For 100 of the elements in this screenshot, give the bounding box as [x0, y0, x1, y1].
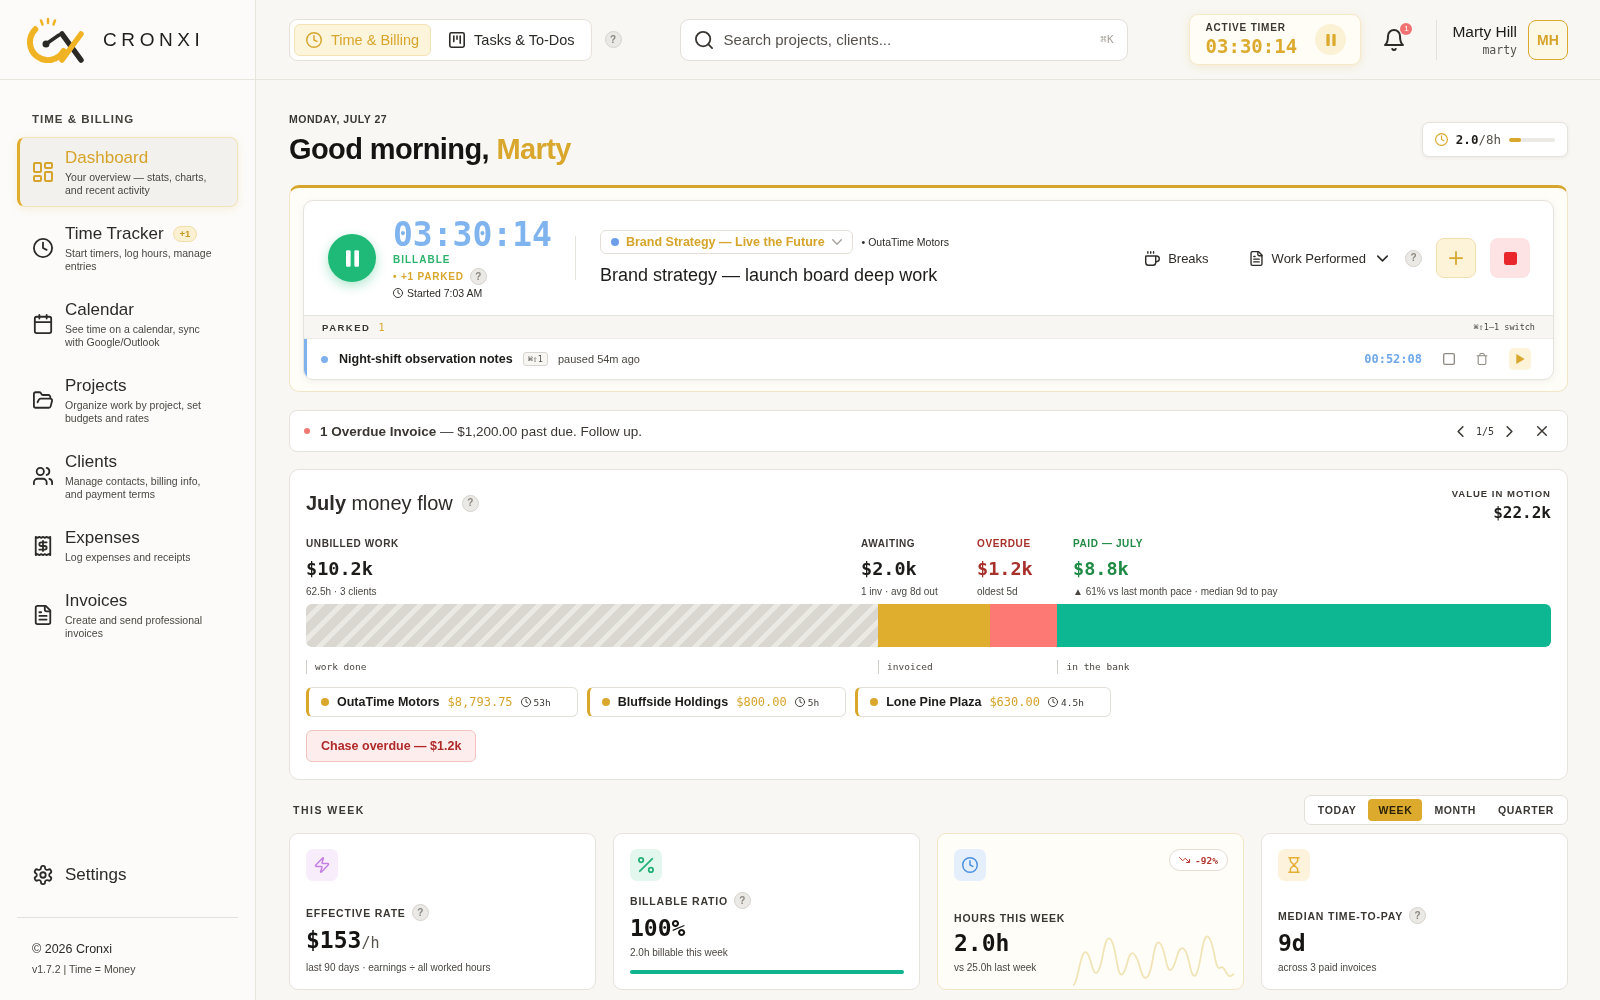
- section-title: July money flow: [306, 491, 453, 516]
- elapsed-time: 03:30:14: [393, 217, 552, 253]
- stat-note: vs 25.0h last week: [954, 962, 1038, 974]
- clock-icon: [393, 288, 403, 298]
- stat-label: HOURS THIS WEEK: [954, 912, 1066, 924]
- entry-status: paused 54m ago: [558, 353, 640, 365]
- client-name: Lone Pine Plaza: [886, 695, 982, 709]
- previous-button[interactable]: [1456, 425, 1464, 437]
- stat-value: $10.2k: [306, 558, 374, 580]
- stat-note: ▲ 61% vs last month pace · median 9d to pay: [1073, 586, 1279, 598]
- stop-button[interactable]: [1443, 353, 1455, 365]
- total-value: $22.2k: [1492, 503, 1551, 522]
- clock-icon: [794, 697, 805, 707]
- users-icon: [33, 466, 53, 486]
- client-chip[interactable]: Bluffside Holdings $800.00 5h: [586, 687, 847, 717]
- stat-label: OVERDUE: [977, 538, 1032, 550]
- client-hours: 5h: [807, 696, 820, 708]
- chevron-right-icon: [1506, 425, 1513, 437]
- clock-icon: [306, 31, 322, 48]
- count-pill: +1: [172, 225, 198, 242]
- start-time: Started 7:03 AM: [407, 287, 483, 299]
- trend-down-icon: [1179, 857, 1191, 863]
- bell-icon: [1384, 28, 1405, 51]
- range-tab[interactable]: TODAY: [1307, 799, 1367, 821]
- client-amount: $8,793.75: [447, 695, 513, 709]
- client-chip[interactable]: Lone Pine Plaza $630.00 4.5h: [855, 687, 1111, 717]
- stat-value: 100%: [630, 915, 687, 941]
- client-chip[interactable]: OutaTime Motors $8,793.75 53h: [306, 687, 578, 717]
- dot-icon: [321, 355, 328, 363]
- stat-note: last 90 days · earnings ÷ all worked hours: [306, 962, 491, 974]
- board-icon: [449, 31, 466, 48]
- add-button[interactable]: [1436, 238, 1476, 278]
- mode-tab[interactable]: Tasks & To-Dos: [437, 23, 587, 56]
- clock-icon: [954, 849, 986, 881]
- next-button[interactable]: [1506, 425, 1513, 437]
- pause-icon: [1325, 33, 1336, 46]
- folder-icon: [33, 390, 53, 410]
- nav-item[interactable]: Dashboard Your overview — stats, charts, and recent activity: [17, 137, 238, 207]
- stat-label: AWAITING: [861, 538, 917, 550]
- nav-item[interactable]: Time Tracker +1 Start timers, log hours, manage entries: [17, 213, 238, 283]
- stat-note: across 3 paid invoices: [1278, 962, 1378, 974]
- close-icon: [1537, 426, 1547, 436]
- parked-label: PARKED: [322, 321, 371, 333]
- range-tab[interactable]: QUARTER: [1487, 799, 1564, 821]
- work-performed-dropdown[interactable]: Work Performed: [1248, 250, 1388, 266]
- dot-icon: [601, 698, 610, 706]
- nav-item[interactable]: Calendar See time on a calendar, sync with Google/Outlook: [17, 289, 238, 359]
- stat-value: $2.0k: [861, 558, 918, 580]
- client-amount: $630.00: [989, 695, 1040, 709]
- delete-button[interactable]: [1476, 353, 1488, 365]
- settings-nav-item[interactable]: Settings: [17, 854, 238, 895]
- entry-time: 00:52:08: [1364, 352, 1422, 366]
- pause-button[interactable]: [328, 234, 376, 282]
- total-label: VALUE IN MOTION: [1451, 488, 1551, 500]
- chevron-left-icon: [1456, 425, 1464, 437]
- copyright-text: © 2026 Cronxi: [32, 942, 114, 957]
- timer-label: ACTIVE TIMER: [1205, 22, 1287, 34]
- greeting-heading: Good morning, Marty: [289, 132, 571, 167]
- user-name: Marty Hill: [1452, 22, 1517, 41]
- section-label: THIS WEEK: [292, 804, 365, 816]
- clock-icon: [1047, 697, 1058, 707]
- coffee-icon: [1145, 250, 1161, 266]
- pager-count: 1/5: [1475, 425, 1494, 437]
- entry-name: Night-shift observation notes: [339, 352, 513, 366]
- user-handle: marty: [1482, 42, 1517, 57]
- dot-icon: [870, 698, 879, 706]
- nav-item[interactable]: Projects Organize work by project, set budgets and rates: [17, 365, 238, 435]
- settings-icon: [33, 864, 53, 885]
- client-name: • OutaTime Motors: [861, 236, 949, 248]
- pause-icon: [345, 249, 359, 267]
- resume-button[interactable]: [1509, 348, 1531, 370]
- bar-label: in the bank: [1057, 660, 1130, 674]
- shortcut-hint: ⌘⇧1–1 switch: [1473, 322, 1535, 332]
- pause-button[interactable]: [1315, 24, 1347, 55]
- parked-total: 1: [378, 321, 385, 333]
- stop-icon: [1503, 251, 1517, 265]
- stat-note: 1 inv · avg 8d out: [861, 586, 939, 598]
- nav-item[interactable]: Expenses Log expenses and receipts: [17, 517, 238, 574]
- stat-note: 62.5h · 3 clients: [306, 586, 378, 598]
- breaks-button[interactable]: Breaks: [1145, 250, 1209, 266]
- chase-overdue-button[interactable]: Chase overdue — $1.2k: [306, 730, 477, 762]
- document-icon: [33, 605, 53, 625]
- version-text: v1.7.2 | Time = Money: [32, 963, 137, 976]
- stat-value: $153/h: [306, 927, 381, 955]
- nav-item[interactable]: Invoices Create and send professional invoices: [17, 580, 238, 650]
- entry-description: Brand strategy — launch board deep work: [599, 264, 939, 286]
- range-tab[interactable]: MONTH: [1424, 799, 1486, 821]
- nav-item[interactable]: Clients Manage contacts, billing info, and payment terms: [17, 441, 238, 511]
- calendar-icon: [33, 314, 53, 334]
- stat-note: 2.0h billable this week: [630, 947, 729, 959]
- stop-button[interactable]: [1490, 238, 1530, 278]
- clock-icon: [520, 697, 531, 707]
- document-icon: [1248, 250, 1264, 266]
- range-tab[interactable]: WEEK: [1368, 799, 1423, 821]
- shortcut-hint: ⌘K: [1100, 32, 1114, 47]
- date-label: MONDAY, JULY 27: [289, 113, 389, 126]
- shortcut-key: ⌘⇧1: [522, 352, 548, 366]
- parked-count: • +1 PARKED: [393, 271, 464, 282]
- dot-icon: [321, 698, 329, 706]
- close-button[interactable]: [1537, 426, 1547, 436]
